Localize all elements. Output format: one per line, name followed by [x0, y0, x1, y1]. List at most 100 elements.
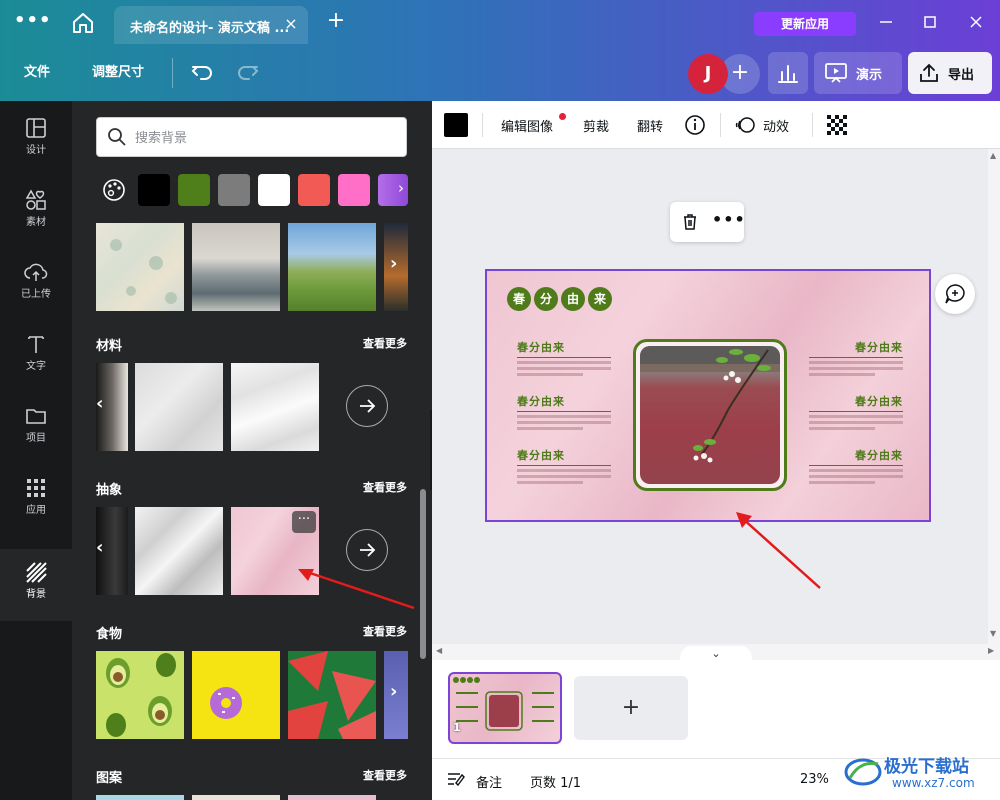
see-more-patterns[interactable]: 查看更多	[363, 767, 407, 783]
trash-icon[interactable]	[680, 212, 700, 232]
page-count[interactable]: 页数 1/1	[530, 772, 581, 791]
materials-next-button[interactable]	[346, 385, 388, 427]
pattern-thumb-1[interactable]	[96, 795, 184, 800]
spring-branch-photo[interactable]	[640, 346, 780, 484]
bar-chart-icon	[778, 65, 798, 83]
nav-elements[interactable]: 素材	[0, 177, 72, 241]
notes-button[interactable]: 备注	[476, 772, 502, 791]
slide-title[interactable]: 春分由来	[507, 287, 615, 311]
chevron-left-icon[interactable]: ‹	[96, 393, 103, 414]
food-thumb-blueberries[interactable]: ›	[384, 651, 408, 739]
close-window-icon[interactable]	[964, 10, 988, 34]
add-page-button[interactable]: +	[574, 676, 688, 740]
color-swatch-gray[interactable]	[218, 174, 250, 206]
export-button[interactable]: 导出	[908, 52, 992, 94]
see-more-food[interactable]: 查看更多	[363, 623, 407, 639]
undo-icon[interactable]	[188, 58, 216, 86]
see-more-materials[interactable]: 查看更多	[363, 335, 407, 351]
block-heading: 春分由来	[855, 395, 903, 408]
pattern-thumb-3[interactable]	[288, 795, 376, 800]
color-swatch-purple[interactable]: ›	[378, 174, 408, 206]
transparency-icon[interactable]	[826, 114, 848, 136]
insights-button[interactable]	[768, 52, 808, 94]
food-thumb-donut[interactable]	[192, 651, 280, 739]
document-tab[interactable]: 未命名的设计- 演示文稿 ... ×	[114, 6, 308, 44]
edit-image-button[interactable]: 编辑图像	[501, 116, 553, 135]
color-swatch-green[interactable]	[178, 174, 210, 206]
background-thumb-floral[interactable]	[96, 223, 184, 311]
text-block-left-1[interactable]: 春分由来	[517, 339, 611, 379]
chevron-left-icon[interactable]: ‹	[96, 537, 103, 558]
scroll-left-icon[interactable]: ◀	[436, 646, 442, 655]
resize-button[interactable]: 调整尺寸	[92, 44, 144, 101]
update-app-button[interactable]: 更新应用	[754, 12, 856, 36]
search-box[interactable]	[96, 117, 407, 157]
pattern-thumb-2[interactable]	[192, 795, 280, 800]
abstract-thumb-partial[interactable]: ‹	[96, 507, 128, 595]
food-thumb-watermelon[interactable]	[288, 651, 376, 739]
color-swatch-red[interactable]	[298, 174, 330, 206]
material-thumb-partial[interactable]: ‹	[96, 363, 128, 451]
abstract-thumb-marble[interactable]	[135, 507, 223, 595]
search-input[interactable]	[135, 126, 395, 148]
info-icon[interactable]	[684, 114, 706, 136]
editor-toolbar: 文件 调整尺寸 + J 演示 导出	[0, 44, 1000, 101]
text-block-right-3[interactable]: 春分由来	[809, 447, 903, 487]
user-avatar[interactable]: J	[688, 54, 728, 94]
nav-text[interactable]: 文字	[0, 321, 72, 385]
fill-color-button[interactable]	[444, 113, 468, 137]
redo-icon[interactable]	[234, 58, 262, 86]
add-comment-button[interactable]	[935, 274, 975, 314]
annotation-arrow-panel	[298, 569, 415, 610]
nav-apps-label: 应用	[26, 505, 46, 516]
food-thumb-avocado[interactable]	[96, 651, 184, 739]
background-thumb-green-hills[interactable]	[288, 223, 376, 311]
file-menu-button[interactable]: 文件	[24, 44, 50, 101]
flip-button[interactable]: 翻转	[637, 116, 663, 135]
nav-design[interactable]: 设计	[0, 105, 72, 169]
material-thumb-paper[interactable]	[135, 363, 223, 451]
image-frame[interactable]	[633, 339, 787, 491]
notes-icon[interactable]	[446, 771, 466, 789]
scroll-down-icon[interactable]: ▼	[990, 629, 996, 638]
home-icon[interactable]	[70, 10, 96, 36]
thumb-more-options-button[interactable]: ···	[292, 511, 316, 533]
nav-apps[interactable]: 应用	[0, 465, 72, 529]
nav-uploads[interactable]: 已上传	[0, 249, 72, 313]
app-menu-icon[interactable]: •••	[14, 10, 51, 34]
color-palette-icon[interactable]	[98, 174, 130, 206]
text-block-right-2[interactable]: 春分由来	[809, 393, 903, 433]
nav-projects[interactable]: 项目	[0, 393, 72, 457]
crop-button[interactable]: 剪裁	[583, 116, 609, 135]
page-thumbnail[interactable]	[448, 672, 562, 744]
chevron-right-icon[interactable]: ›	[390, 681, 397, 702]
text-icon	[28, 336, 44, 353]
scroll-right-icon[interactable]: ▶	[988, 646, 994, 655]
slide-page[interactable]: 春分由来 春分由来 春分由来 春分由来 春分由来 春分由来 春分由来	[485, 269, 931, 522]
maximize-icon[interactable]	[918, 10, 942, 34]
nav-background[interactable]: 背景	[0, 549, 72, 621]
scroll-up-icon[interactable]: ▲	[990, 151, 996, 160]
text-block-right-1[interactable]: 春分由来	[809, 339, 903, 379]
aurora-logo-icon	[844, 758, 882, 786]
text-block-left-3[interactable]: 春分由来	[517, 447, 611, 487]
background-thumb-misty-mountains[interactable]	[192, 223, 280, 311]
close-tab-icon[interactable]: ×	[282, 15, 300, 33]
chevron-right-icon[interactable]: ›	[398, 179, 404, 197]
text-block-left-2[interactable]: 春分由来	[517, 393, 611, 433]
color-swatch-black[interactable]	[138, 174, 170, 206]
annotation-arrow-canvas	[736, 512, 821, 589]
chevron-right-icon[interactable]: ›	[390, 253, 397, 274]
new-tab-button[interactable]: +	[324, 9, 348, 33]
color-swatch-pink[interactable]	[338, 174, 370, 206]
see-more-abstract[interactable]: 查看更多	[363, 479, 407, 495]
color-swatch-white[interactable]	[258, 174, 290, 206]
animate-button[interactable]: 动效	[763, 116, 789, 135]
background-thumb-sunset[interactable]: ›	[384, 223, 408, 311]
present-button[interactable]: 演示	[814, 52, 902, 94]
canvas-vertical-scrollbar[interactable]: ▲ ▼	[988, 149, 1000, 644]
minimize-icon[interactable]	[874, 10, 898, 34]
more-options-icon[interactable]: •••	[712, 210, 746, 229]
zoom-level[interactable]: 23%	[800, 772, 829, 787]
material-thumb-silk[interactable]	[231, 363, 319, 451]
